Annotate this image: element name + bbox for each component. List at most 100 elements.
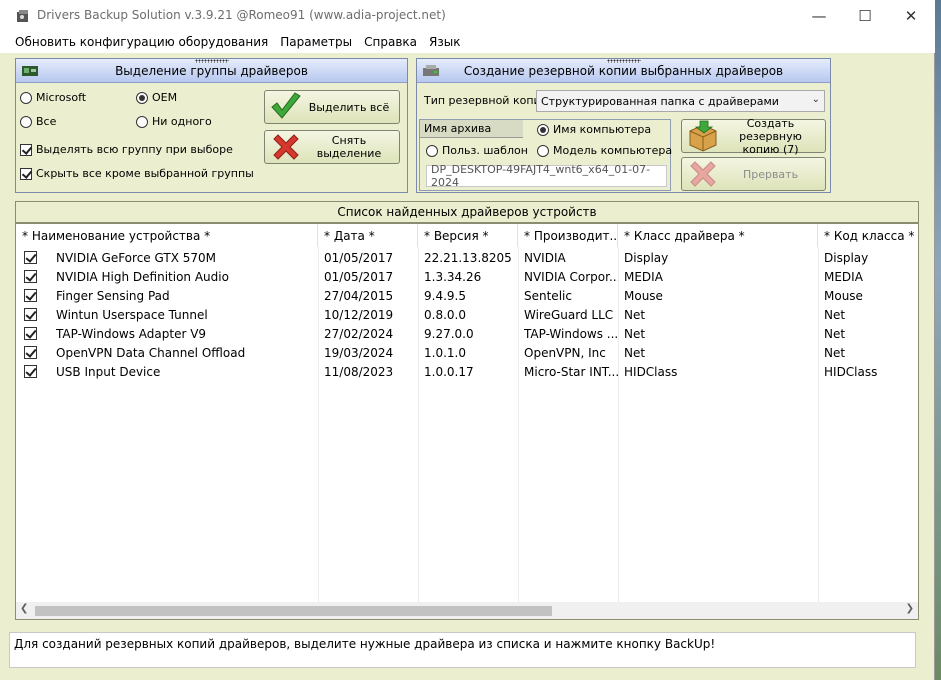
table-cell: NVIDIA Corpor... (524, 269, 618, 284)
create-backup-label: Создать резервную копию (7) (739, 116, 802, 156)
select-all-button[interactable]: Выделить всё (264, 90, 400, 124)
menu-update-hardware[interactable]: Обновить конфигурацию оборудования (9, 35, 274, 49)
table-cell: Mouse (824, 288, 863, 303)
backup-panel: Создание резервной копии выбранных драйв… (416, 58, 831, 193)
radio-dot (136, 115, 148, 128)
driver-list-title-bar: Список найденных драйверов устройств (15, 201, 919, 223)
table-row[interactable]: TAP-Windows Adapter V9 27/02/2024 9.27.0.0… (16, 324, 918, 343)
grip-handle[interactable] (606, 59, 641, 63)
radio-label: OEM (152, 91, 178, 104)
maximize-button[interactable]: ☐ (842, 0, 888, 31)
radio-label: Имя компьютера (553, 123, 652, 136)
close-button[interactable]: ✕ (888, 0, 934, 31)
archive-name-input[interactable]: DP_DESKTOP-49FAJT4_wnt6_x64_01-07-2024 (426, 163, 667, 189)
table-cell: 11/08/2023 (324, 364, 394, 379)
table-cell: Display (824, 250, 869, 265)
table-cell: NVIDIA High Definition Audio (56, 269, 229, 284)
abort-button[interactable]: Прервать (681, 157, 826, 191)
selection-panel: Выделение группы драйверов Microsoft OEM… (15, 58, 408, 193)
column-header-version[interactable]: * Версия * (418, 224, 518, 247)
table-row[interactable]: Finger Sensing Pad 27/04/2015 9.4.9.5 Sente… (16, 286, 918, 305)
chevron-down-icon: ⌄ (811, 94, 820, 105)
radio-microsoft[interactable]: Microsoft (20, 91, 86, 104)
menu-help[interactable]: Справка (358, 35, 423, 49)
menu-parameters[interactable]: Параметры (274, 35, 358, 49)
row-checkbox[interactable] (24, 289, 37, 302)
row-checkbox[interactable] (24, 251, 37, 264)
radio-computer-name[interactable]: Имя компьютера (537, 123, 651, 136)
radio-dot (537, 123, 549, 136)
table-cell: MEDIA (624, 269, 663, 284)
selection-panel-header: Выделение группы драйверов (16, 59, 407, 83)
menu-language[interactable]: Язык (423, 35, 466, 49)
menu-bar: Обновить конфигурацию оборудования Парам… (0, 31, 935, 53)
grip-handle[interactable] (194, 59, 229, 63)
title-bar: Drivers Backup Solution v.3.9.21 @Romeo9… (0, 0, 935, 31)
select-all-label: Выделить всё (308, 100, 390, 114)
horizontal-scrollbar[interactable]: ❮ ❯ (16, 602, 918, 619)
minimize-button[interactable]: — (796, 0, 842, 31)
row-checkbox[interactable] (24, 365, 37, 378)
scroll-thumb[interactable] (35, 606, 552, 616)
column-header-date[interactable]: * Дата * (318, 224, 418, 247)
table-cell: 01/05/2017 (324, 250, 394, 265)
backup-type-select[interactable]: Структурированная папка с драйверами ⌄ (536, 90, 825, 112)
radio-label: Ни одного (152, 115, 212, 128)
scroll-left-icon[interactable]: ❮ (20, 603, 28, 614)
gpu-icon (22, 66, 38, 76)
table-cell: 19/03/2024 (324, 345, 394, 360)
selection-panel-title: Выделение группы драйверов (115, 63, 308, 78)
backup-type-value: Структурированная папка с драйверами (541, 94, 779, 108)
archive-tab: Имя архива (420, 120, 523, 138)
scroll-right-icon[interactable]: ❯ (906, 603, 914, 614)
radio-user-template[interactable]: Польз. шаблон (426, 144, 528, 157)
app-window: Drivers Backup Solution v.3.9.21 @Romeo9… (0, 0, 935, 680)
row-checkbox[interactable] (24, 346, 37, 359)
table-cell: NVIDIA (524, 250, 566, 265)
table-cell: HIDClass (824, 364, 878, 379)
radio-label: Польз. шаблон (442, 144, 528, 157)
column-header-class-code[interactable]: * Код класса * (818, 224, 918, 247)
check-hide-others[interactable]: Скрыть все кроме выбранной группы (20, 167, 254, 180)
table-cell: 10/12/2019 (324, 307, 394, 322)
table-row[interactable]: USB Input Device 11/08/2023 1.0.0.17 Micro-… (16, 362, 918, 381)
table-cell: Finger Sensing Pad (56, 288, 170, 303)
table-cell: Net (824, 307, 846, 322)
table-cell: 9.4.9.5 (424, 288, 466, 303)
table-cell: 01/05/2017 (324, 269, 394, 284)
table-row[interactable]: NVIDIA GeForce GTX 570M 01/05/2017 22.21.1… (16, 248, 918, 267)
table-cell: 22.21.13.8205 (424, 250, 512, 265)
row-checkbox[interactable] (24, 308, 37, 321)
backup-panel-header: Создание резервной копии выбранных драйв… (417, 59, 830, 83)
driver-list[interactable]: * Наименование устройства * * Дата * * В… (15, 223, 919, 620)
row-checkbox[interactable] (24, 270, 37, 283)
radio-all[interactable]: Все (20, 115, 56, 128)
column-header-class[interactable]: * Класс драйвера * (618, 224, 818, 247)
create-backup-button[interactable]: Создать резервную копию (7) (681, 116, 826, 156)
table-cell: WireGuard LLC (524, 307, 614, 322)
table-cell: Net (624, 326, 646, 341)
table-cell: 0.8.0.0 (424, 307, 466, 322)
radio-label: Microsoft (36, 91, 87, 104)
checkbox (20, 167, 32, 180)
row-checkbox[interactable] (24, 327, 37, 340)
radio-computer-model[interactable]: Модель компьютера (537, 144, 672, 157)
table-cell: Display (624, 250, 669, 265)
table-cell: TAP-Windows Adapter V9 (56, 326, 207, 341)
table-cell: TAP-Windows ... (524, 326, 618, 341)
table-row[interactable]: Wintun Userspace Tunnel 10/12/2019 0.8.0.0… (16, 305, 918, 324)
column-header-vendor[interactable]: * Производит... (518, 224, 618, 247)
table-cell: Net (624, 345, 646, 360)
radio-none[interactable]: Ни одного (136, 115, 212, 128)
column-header-device[interactable]: * Наименование устройства * (16, 224, 318, 247)
table-row[interactable]: OpenVPN Data Channel Offload 19/03/2024 1.… (16, 343, 918, 362)
check-label: Выделять всю группу при выборе (36, 143, 233, 156)
check-select-group[interactable]: Выделять всю группу при выборе (20, 143, 233, 156)
table-cell: OpenVPN, Inc (524, 345, 606, 360)
radio-oem[interactable]: OEM (136, 91, 177, 104)
deselect-button[interactable]: Снять выделение (264, 130, 400, 164)
table-cell: Wintun Userspace Tunnel (56, 307, 208, 322)
table-row[interactable]: NVIDIA High Definition Audio 01/05/2017 1.… (16, 267, 918, 286)
abort-label: Прервать (742, 167, 799, 181)
table-cell: 27/04/2015 (324, 288, 394, 303)
